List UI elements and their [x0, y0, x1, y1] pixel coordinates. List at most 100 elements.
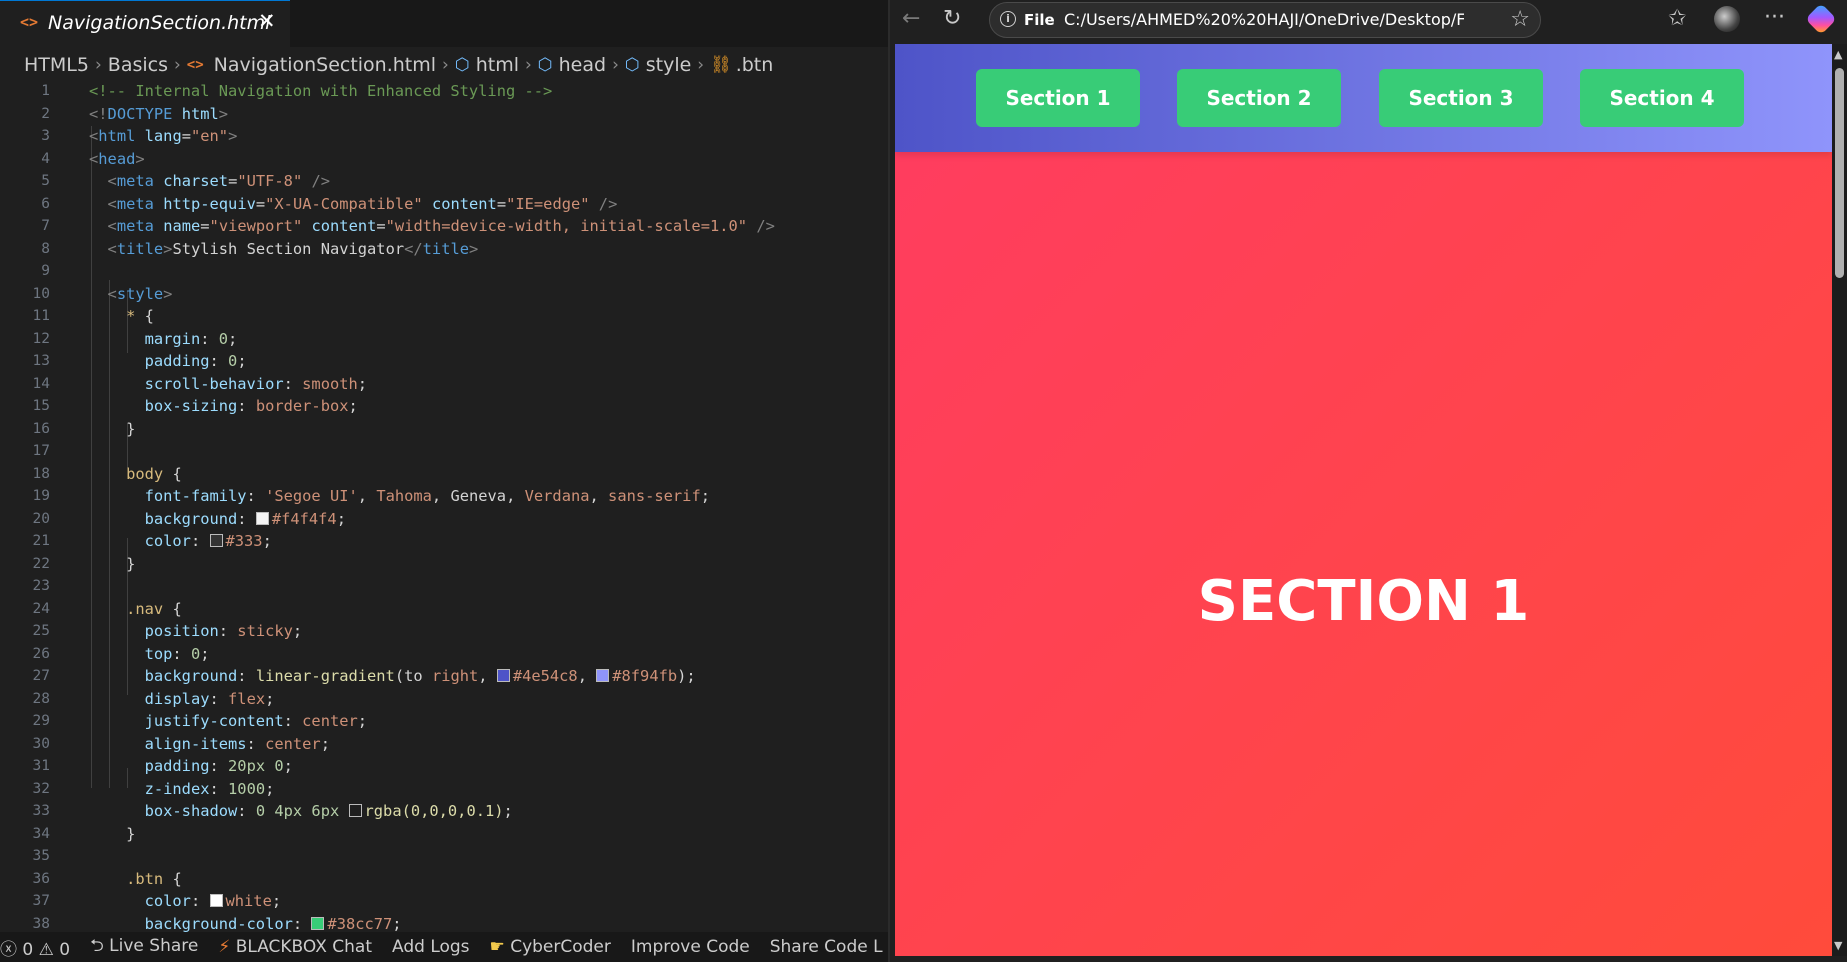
code-line: 19 font-family: 'Segoe UI', Tahoma, Gene… [0, 485, 888, 508]
copilot-icon[interactable] [1805, 3, 1837, 35]
color-swatch[interactable] [348, 804, 362, 817]
code-text: z-index: 1000; [144, 779, 275, 798]
add-logs-button[interactable]: Add Logs [392, 937, 470, 957]
blackbox-chat-button[interactable]: ⚡ BLACKBOX Chat [218, 937, 372, 957]
code-text: box-sizing: border-box; [144, 397, 358, 415]
code-editor[interactable]: <> NavigationSection.html ✕ HTML5 › Basi… [0, 0, 888, 962]
favorites-icon[interactable]: ✩ [1668, 7, 1686, 31]
nav-button-section-3[interactable]: Section 3 [1379, 69, 1543, 127]
nav-button-section-1[interactable]: Section 1 [976, 69, 1140, 127]
status-bar: ⓧ 0 ⚠ 0 ⮌ Live Share ⚡ BLACKBOX Chat Add… [0, 932, 888, 962]
info-icon[interactable]: i [1000, 11, 1016, 27]
code-text: padding: 0; [144, 352, 247, 370]
code-text: position: sticky; [144, 622, 303, 640]
code-text: <meta name="viewport" content="width=dev… [107, 217, 775, 235]
code-line: 13 padding: 0; [0, 350, 888, 373]
code-line: 9 [0, 260, 888, 283]
back-arrow-icon[interactable]: ← [902, 7, 920, 31]
pointing-hand-icon: ☛ [489, 937, 505, 957]
code-line: 16 } [0, 418, 888, 441]
breadcrumb-item-head[interactable]: head [559, 54, 606, 76]
close-icon[interactable]: ✕ [258, 9, 276, 33]
line-number: 35 [32, 848, 50, 864]
code-line: 21 color: #333; [0, 530, 888, 553]
code-text: display: flex; [144, 689, 275, 708]
code-line: 4 <head> [0, 148, 888, 171]
more-icon[interactable]: ··· [1764, 6, 1785, 30]
code-line: 10 <style> [0, 283, 888, 306]
scroll-down-icon[interactable]: ▼ [1834, 939, 1842, 952]
breadcrumb-item-style[interactable]: style [646, 54, 692, 76]
line-number: 26 [32, 645, 50, 662]
color-swatch[interactable] [255, 511, 269, 525]
color-swatch[interactable] [496, 669, 510, 682]
profile-avatar-icon[interactable] [1714, 6, 1740, 32]
live-share-button[interactable]: ⮌ Live Share [90, 933, 198, 962]
favorite-star-icon[interactable]: ☆ [1510, 7, 1530, 32]
scroll-up-icon[interactable]: ▲ [1834, 48, 1842, 61]
color-swatch[interactable] [311, 916, 325, 930]
code-line: 3 <html lang="en"> [0, 125, 888, 148]
code-line: 36 .btn { [0, 868, 888, 891]
line-number: 19 [32, 488, 50, 504]
code-line: 20 background: #f4f4f4; [0, 508, 888, 531]
code-line: 29 justify-content: center; [0, 710, 888, 733]
line-number: 16 [32, 420, 50, 437]
lightning-icon: ⚡ [218, 937, 231, 957]
line-number: 33 [32, 803, 50, 819]
improve-code-button[interactable]: Improve Code [631, 937, 750, 957]
code-line: 1 <!-- Internal Navigation with Enhanced … [0, 80, 888, 103]
breadcrumb-item-basics[interactable]: Basics [108, 54, 168, 76]
breadcrumb-item-html5[interactable]: HTML5 [24, 54, 89, 76]
code-text: top: 0; [144, 644, 210, 663]
code-text: padding: 20px 0; [144, 757, 293, 775]
line-number: 12 [32, 330, 50, 347]
address-bar[interactable]: i File C:/Users/AHMED%20%20HAJI/OneDrive… [989, 2, 1541, 38]
breadcrumb-item-html[interactable]: html [476, 54, 519, 76]
code-lines[interactable]: 1 <!-- Internal Navigation with Enhanced … [0, 80, 888, 935]
scheme-label: File [1024, 11, 1055, 29]
code-line: 35 [0, 845, 888, 868]
code-line: 33 box-shadow: 0 4px 6px rgba(0,0,0,0.1)… [0, 800, 888, 823]
line-number: 28 [32, 690, 50, 707]
color-swatch[interactable] [596, 669, 610, 682]
line-number: 32 [32, 780, 50, 797]
color-swatch[interactable] [209, 534, 223, 547]
line-number: 3 [41, 128, 50, 144]
code-text: align-items: center; [144, 734, 330, 753]
chevron-right-icon: › [697, 55, 705, 75]
code-line: 37 color: white; [0, 890, 888, 913]
code-text: <style> [107, 284, 173, 303]
breadcrumb-item-file[interactable]: NavigationSection.html [214, 54, 436, 76]
code-text: * { [126, 307, 154, 325]
scrollbar-thumb[interactable] [1835, 68, 1844, 278]
line-number: 30 [32, 735, 50, 752]
line-number: 34 [32, 825, 50, 842]
element-cube-icon: ⬡ [624, 55, 640, 75]
code-text: justify-content: center; [144, 712, 368, 730]
url-text[interactable]: C:/Users/AHMED%20%20HAJI/OneDrive/Deskto… [1064, 10, 1464, 29]
chevron-right-icon: › [442, 55, 449, 75]
nav-button-section-4[interactable]: Section 4 [1580, 69, 1744, 127]
line-number: 1 [41, 83, 50, 99]
cybercoder-button[interactable]: ☛ CyberCoder [490, 937, 611, 957]
code-text: } [126, 554, 136, 573]
code-line: 6 <meta http-equiv="X-UA-Compatible" con… [0, 193, 888, 216]
code-text: .btn { [126, 869, 182, 888]
line-number: 24 [32, 600, 50, 617]
breadcrumb-item-btn[interactable]: .btn [736, 54, 774, 76]
share-code-button[interactable]: Share Code L [770, 937, 883, 957]
line-number: 5 [41, 173, 50, 189]
browser-window: ← ↻ i File C:/Users/AHMED%20%20HAJI/OneD… [890, 0, 1847, 962]
line-number: 13 [32, 353, 50, 369]
refresh-icon[interactable]: ↻ [943, 7, 961, 31]
color-swatch[interactable] [209, 894, 223, 907]
line-number: 22 [32, 555, 50, 572]
page-scrollbar[interactable]: ▲ ▼ [1832, 44, 1847, 956]
tab-navigationsection-html[interactable]: <> NavigationSection.html ✕ [0, 0, 290, 47]
problems-indicator[interactable]: ⓧ 0 ⚠ 0 [0, 935, 70, 960]
code-line: 15 box-sizing: border-box; [0, 395, 888, 418]
nav-button-section-2[interactable]: Section 2 [1177, 69, 1341, 127]
line-number: 7 [41, 218, 50, 234]
code-line: 34 } [0, 823, 888, 846]
